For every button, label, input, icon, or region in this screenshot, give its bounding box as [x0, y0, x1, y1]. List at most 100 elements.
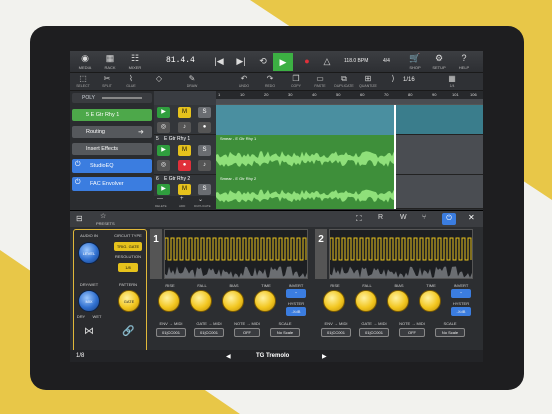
track-lane[interactable]	[216, 105, 483, 135]
duplicate-icon[interactable]: ⧉	[334, 74, 354, 83]
monitor-icon[interactable]: ◎	[157, 160, 170, 171]
track-lane[interactable]: Smear - E Gtr Rhy 1	[216, 135, 483, 175]
time-knob[interactable]	[419, 290, 441, 312]
mute-button[interactable]: M	[178, 184, 191, 195]
next-preset-button[interactable]: ▶	[322, 353, 327, 360]
record-arm-icon[interactable]: ●	[178, 160, 191, 171]
close-icon[interactable]: ✕	[468, 213, 475, 222]
draw-tool-icon[interactable]: ✎	[182, 74, 202, 83]
cycle-button[interactable]: ⟲	[252, 56, 274, 66]
play-icon[interactable]: ▶	[157, 145, 170, 156]
editor-icon[interactable]: ⊟	[76, 214, 83, 223]
track-lane[interactable]: Smear - E Gtr Rhy 2	[216, 175, 483, 209]
effect-slot-studioeq[interactable]: ⏻ StudioEQ	[72, 159, 152, 173]
insert-effects-button[interactable]: Insert Effects	[72, 143, 152, 155]
scale-select[interactable]: No Scale	[435, 328, 465, 337]
solo-button[interactable]: S	[198, 184, 211, 195]
glue-tool-icon[interactable]: ⌇	[121, 74, 141, 83]
routing-icon[interactable]: ⑂	[422, 214, 426, 221]
play-icon[interactable]: ▶	[157, 184, 170, 195]
track-name[interactable]: E Gtr Rhy 2	[164, 176, 190, 182]
rack-icon[interactable]: ▦	[99, 53, 121, 63]
add-icon[interactable]: +	[180, 196, 184, 202]
hyster-value[interactable]: -XdB	[286, 307, 306, 316]
gate-midi-select[interactable]: 01|CC001	[359, 328, 389, 337]
solo-button[interactable]: S	[198, 145, 211, 156]
record-arm-icon[interactable]: ●	[198, 122, 211, 133]
setup-icon[interactable]: ⚙	[428, 53, 450, 63]
w-icon[interactable]: W	[400, 214, 407, 221]
gate-midi-select[interactable]: 01|CC001	[194, 328, 224, 337]
signature-display[interactable]: 4/4	[383, 58, 390, 64]
circuit-type-select[interactable]: TRIG. GATE	[114, 242, 142, 251]
solo-button[interactable]: S	[198, 107, 211, 118]
shop-icon[interactable]: 🛒	[404, 53, 426, 63]
bowtie-icon[interactable]: ⋈	[84, 326, 94, 337]
fall-knob[interactable]	[355, 290, 377, 312]
metronome-icon[interactable]: △	[316, 56, 338, 66]
delete-icon[interactable]: —	[157, 196, 163, 202]
preset-name[interactable]: TG Tremolo	[256, 353, 289, 359]
tempo-display[interactable]: 118.0 BPM	[344, 58, 368, 64]
invert-toggle[interactable]: ⌃	[286, 289, 306, 298]
grid-icon[interactable]: ▦	[442, 74, 462, 83]
help-icon[interactable]: ?	[453, 53, 475, 63]
select-tool-icon[interactable]: ⬚	[73, 74, 93, 83]
invert-toggle[interactable]: ⌃	[451, 289, 471, 298]
poly-row[interactable]: POLY	[72, 93, 152, 103]
resolution-select[interactable]: 1/8	[118, 263, 138, 272]
env-midi-select[interactable]: 01|CC001	[321, 328, 351, 337]
audio-region[interactable]: Smear - E Gtr Rhy 2	[216, 175, 396, 209]
timeline-ruler[interactable]: 1 10 20 30 40 50 60 70 80 90 101 106	[216, 91, 483, 105]
play-icon[interactable]: ▶	[157, 107, 170, 118]
undo-icon[interactable]: ↶	[234, 74, 254, 83]
note-midi-select[interactable]: OFF	[234, 328, 260, 337]
prev-preset-button[interactable]: ◀	[226, 353, 231, 360]
bias-knob[interactable]	[222, 290, 244, 312]
snap-icon[interactable]: ⟩	[383, 74, 403, 83]
mute-button[interactable]: M	[178, 107, 191, 118]
rise-knob[interactable]	[323, 290, 345, 312]
record-button[interactable]: ●	[296, 56, 318, 66]
mute-button[interactable]: M	[178, 145, 191, 156]
loop-range[interactable]	[216, 99, 483, 104]
audio-region[interactable]: Smear - E Gtr Rhy 1	[216, 135, 396, 175]
scale-select[interactable]: No Scale	[270, 328, 300, 337]
effect-slot-fac-envolver[interactable]: ⏻ FAC Envolver	[72, 177, 152, 191]
volume-icon[interactable]: ♪	[198, 160, 211, 171]
quantize-icon[interactable]: ⊞	[358, 74, 378, 83]
volume-icon[interactable]: ♪	[178, 122, 191, 133]
r-icon[interactable]: R	[378, 214, 383, 221]
position-display[interactable]: 81.4.4	[166, 56, 195, 65]
rewind-button[interactable]: |◀	[208, 56, 230, 66]
playhead[interactable]	[394, 105, 396, 209]
media-icon[interactable]: ◉	[74, 53, 96, 63]
fall-knob[interactable]	[190, 290, 212, 312]
forward-button[interactable]: ▶|	[230, 56, 252, 66]
copy-icon[interactable]: ❐	[286, 74, 306, 83]
bias-knob[interactable]	[387, 290, 409, 312]
track-name[interactable]: E Gtr Rhy 1	[164, 136, 190, 142]
quantize-value[interactable]: 1/16	[403, 77, 415, 83]
paste-icon[interactable]: ▭	[310, 74, 330, 83]
track-name-button[interactable]: 5 E Gtr Rhy 1	[72, 109, 152, 121]
poly-slider[interactable]	[102, 97, 142, 99]
erase-tool-icon[interactable]: ◇	[149, 74, 169, 83]
note-midi-select[interactable]: OFF	[399, 328, 425, 337]
power-icon[interactable]: ⏻	[75, 179, 81, 187]
fullscreen-icon[interactable]: ⛶	[356, 214, 362, 224]
link-icon[interactable]: 🔗	[122, 326, 134, 337]
star-icon[interactable]: ☆	[100, 212, 106, 220]
mixer-icon[interactable]: ☷	[124, 53, 146, 63]
duplicate-track-icon[interactable]: ⌄	[198, 196, 203, 203]
play-button[interactable]: ▶	[273, 53, 293, 71]
hyster-value[interactable]: -XdB	[451, 307, 471, 316]
power-icon[interactable]: ⏻	[442, 213, 456, 225]
redo-icon[interactable]: ↷	[260, 74, 280, 83]
time-knob[interactable]	[254, 290, 276, 312]
monitor-icon[interactable]: ◎	[157, 122, 170, 133]
rise-knob[interactable]	[158, 290, 180, 312]
power-icon[interactable]: ⏻	[75, 161, 81, 169]
split-tool-icon[interactable]: ✂	[97, 74, 117, 83]
env-midi-select[interactable]: 01|CC001	[156, 328, 186, 337]
